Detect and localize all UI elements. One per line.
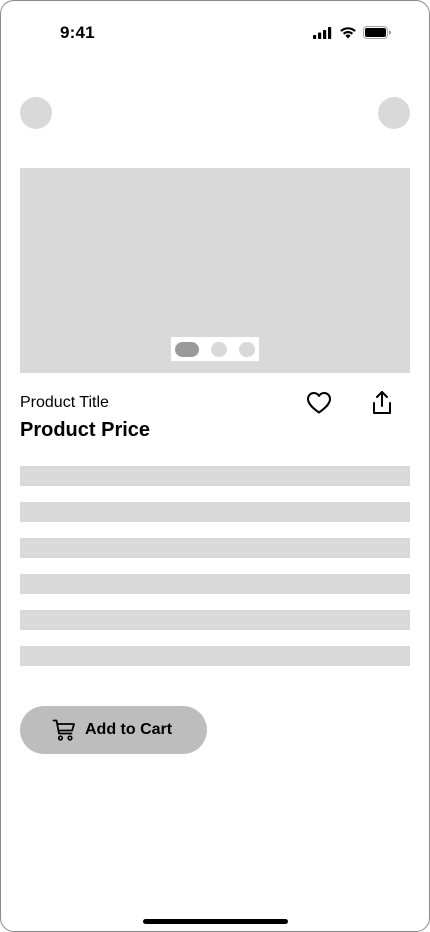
description-line-placeholder: [20, 538, 410, 558]
phone-frame: 9:41 Product Title Product Price Add to …: [0, 0, 430, 932]
carousel-pager: [171, 337, 259, 361]
description-line-placeholder: [20, 646, 410, 666]
battery-icon: [363, 26, 391, 39]
description-line-placeholder: [20, 466, 410, 486]
add-to-cart-button[interactable]: Add to Cart: [20, 706, 207, 754]
signal-icon: [313, 26, 332, 39]
share-button[interactable]: [368, 389, 396, 417]
description-line-placeholder: [20, 610, 410, 630]
share-icon: [373, 391, 391, 414]
product-title: Product Title: [20, 394, 109, 411]
status-icons: [313, 26, 391, 39]
status-bar: 9:41: [1, 1, 429, 67]
add-to-cart-label: Add to Cart: [85, 721, 173, 738]
description-line-placeholder: [20, 574, 410, 594]
pager-dot-active[interactable]: [175, 342, 199, 357]
product-image-carousel[interactable]: [20, 168, 410, 373]
back-button[interactable]: [20, 97, 52, 129]
wifi-icon: [340, 27, 356, 39]
cart-icon: [52, 719, 75, 741]
menu-button[interactable]: [378, 97, 410, 129]
heart-icon: [307, 392, 331, 414]
description-line-placeholder: [20, 502, 410, 522]
pager-dot[interactable]: [211, 342, 227, 357]
favorite-button[interactable]: [305, 389, 333, 417]
home-indicator[interactable]: [143, 919, 288, 924]
pager-dot[interactable]: [239, 342, 255, 357]
status-time: 9:41: [60, 23, 95, 42]
product-price: Product Price: [20, 419, 151, 441]
